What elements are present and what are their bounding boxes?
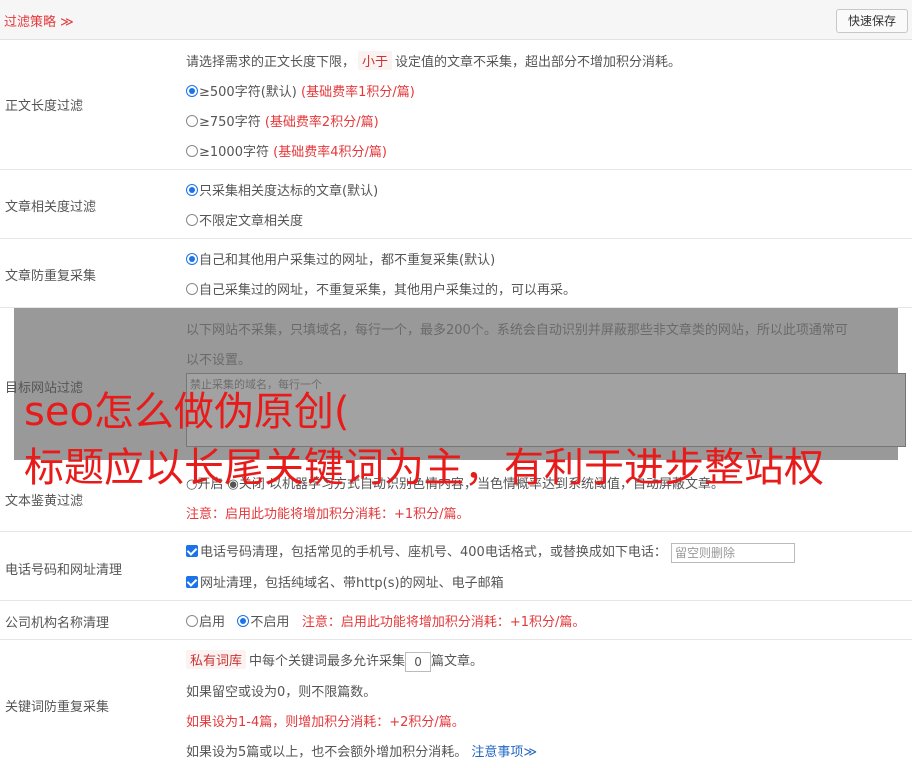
- radio-relevance-off[interactable]: [186, 214, 198, 226]
- length-filter-label: 正文长度过滤: [5, 99, 84, 114]
- length-option-1000[interactable]: ≥1000字符 (基础费率4积分/篇): [186, 141, 387, 160]
- keyword-line-2: 如果留空或设为0，则不限篇数。: [186, 685, 377, 700]
- chevron-down-icon: ≫: [523, 745, 538, 760]
- target-site-desc-2: 以不设置。: [186, 353, 252, 368]
- overlay-banner-line-1: seo怎么做伪原创(: [24, 389, 350, 435]
- quick-save-button[interactable]: 快速保存: [836, 9, 908, 33]
- relevance-option-1[interactable]: 只采集相关度达标的文章(默认): [186, 180, 378, 199]
- keyword-row: 关键词防重复采集 私有词库 中每个关键词最多允许采集 0 篇文章。 如果留空或设为0，…: [0, 640, 912, 768]
- keyword-label: 关键词防重复采集: [5, 700, 110, 715]
- filter-header: 过滤策略 ≫ 快速保存: [0, 0, 912, 40]
- target-site-desc-1: 以下网站不采集，只填域名，每行一个，最多200个。系统会自动识别并屏蔽那些非文章…: [186, 323, 848, 338]
- keyword-line-3: 如果设为1-4篇，则增加积分消耗：+2积分/篇。: [186, 715, 465, 730]
- overlay-banner-line-2: 标题应以长尾关键词为主，有利于进步整站权: [24, 445, 824, 491]
- phone-label: 电话号码和网址清理: [5, 563, 123, 578]
- url-checkbox[interactable]: [186, 576, 198, 588]
- length-option-500[interactable]: ≥500字符(默认) (基础费率1积分/篇): [186, 81, 415, 100]
- radio-company-off[interactable]: [237, 615, 250, 627]
- phone-option[interactable]: 电话号码清理，包括常见的手机号、座机号、400电话格式，或替换成如下电话： 留空…: [186, 541, 795, 563]
- keyword-line-1: 私有词库 中每个关键词最多允许采集 0 篇文章。: [186, 650, 483, 672]
- radio-dedupe-all[interactable]: [186, 253, 198, 265]
- section-title[interactable]: 过滤策略 ≫: [4, 11, 74, 30]
- radio-1000[interactable]: [186, 145, 198, 157]
- dedupe-option-2[interactable]: 自己采集过的网址，不重复采集，其他用户采集过的，可以再采。: [186, 279, 576, 298]
- url-option[interactable]: 网址清理，包括纯域名、带http(s)的网址、电子邮箱: [186, 572, 504, 591]
- keyword-line-4: 如果设为5篇或以上，也不会额外增加积分消耗。 注意事项≫: [186, 745, 538, 760]
- relevance-option-2[interactable]: 不限定文章相关度: [186, 210, 303, 229]
- less-than-tag: 小于: [358, 51, 393, 70]
- phone-replace-input[interactable]: 留空则删除: [670, 542, 795, 563]
- radio-dedupe-self[interactable]: [186, 283, 198, 295]
- length-option-750[interactable]: ≥750字符 (基础费率2积分/篇): [186, 111, 379, 130]
- private-dict-tag[interactable]: 私有词库: [186, 650, 247, 669]
- relevance-label: 文章相关度过滤: [5, 200, 97, 215]
- radio-750[interactable]: [186, 115, 198, 127]
- length-filter-desc: 请选择需求的正文长度下限， 小于 设定值的文章不采集，超出部分不增加积分消耗。: [186, 51, 681, 70]
- notes-link[interactable]: 注意事项≫: [471, 745, 537, 760]
- radio-company-on[interactable]: [186, 615, 198, 627]
- company-options: 启用 不启用 注意：启用此功能将增加积分消耗：+1积分/篇。: [186, 611, 585, 630]
- radio-500[interactable]: [186, 85, 198, 97]
- phone-checkbox[interactable]: [186, 545, 198, 557]
- dedupe-label: 文章防重复采集: [5, 269, 97, 284]
- company-label: 公司机构名称清理: [5, 616, 110, 631]
- company-row: 公司机构名称清理 启用 不启用 注意：启用此功能将增加积分消耗：+1积分/篇。: [0, 601, 912, 640]
- dedupe-row: 文章防重复采集 自己和其他用户采集过的网址，都不重复采集(默认) 自己采集过的网…: [0, 239, 912, 308]
- length-filter-row: 正文长度过滤 请选择需求的正文长度下限， 小于 设定值的文章不采集，超出部分不增加积…: [0, 40, 912, 170]
- relevance-row: 文章相关度过滤 只采集相关度达标的文章(默认) 不限定文章相关度: [0, 170, 912, 239]
- porn-filter-note: 注意：启用此功能将增加积分消耗：+1积分/篇。: [186, 507, 470, 522]
- radio-relevance-on[interactable]: [186, 184, 198, 196]
- keyword-limit-input[interactable]: 0: [405, 651, 432, 672]
- phone-row: 电话号码和网址清理 电话号码清理，包括常见的手机号、座机号、400电话格式，或替…: [0, 532, 912, 601]
- dedupe-option-1[interactable]: 自己和其他用户采集过的网址，都不重复采集(默认): [186, 249, 495, 268]
